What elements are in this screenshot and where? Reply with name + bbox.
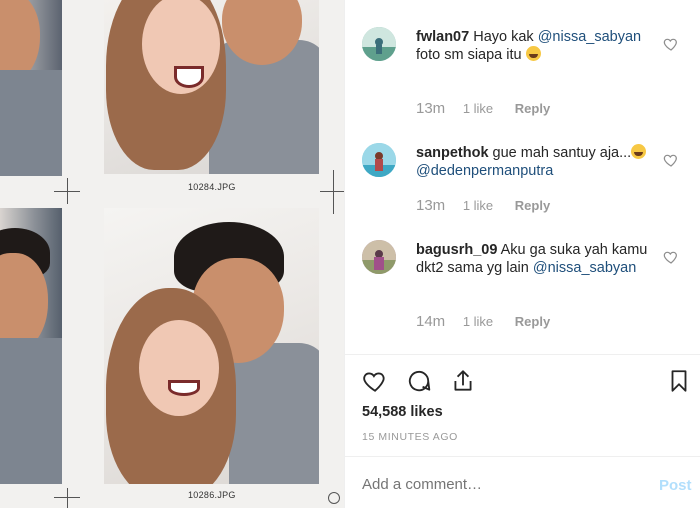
comment-bubble-icon[interactable] [406,368,432,394]
post-comment-button[interactable]: Post [659,477,692,494]
photo-caption: 10286.JPG [188,490,236,500]
crop-mark [67,488,68,508]
comment-time[interactable]: 13m [416,100,445,117]
photo-thumbnail-partial [0,208,62,484]
post-actions [362,368,692,396]
heart-outline-icon[interactable] [663,249,679,265]
comment-username[interactable]: fwlan07 [416,29,469,45]
reply-button[interactable]: Reply [515,314,550,329]
avatar[interactable] [362,27,396,61]
comment-body: Hayo kak [473,29,534,45]
heart-outline-icon[interactable] [663,152,679,168]
comment-time[interactable]: 13m [416,197,445,214]
comment-username[interactable]: bagusrh_09 [416,242,497,258]
photo-caption: 10284.JPG [188,182,236,192]
comment-likes[interactable]: 1 like [463,198,493,213]
reply-button[interactable]: Reply [515,101,550,116]
registration-mark [328,492,340,504]
comment-likes[interactable]: 1 like [463,314,493,329]
photo-contact-sheet: 10284.JPG 10286.JPG [0,0,344,508]
comment-text: fwlan07 Hayo kak @nissa_sabyan foto sm s… [416,28,656,64]
smiling-mouth [168,380,200,396]
comment-body: foto sm siapa itu [416,47,522,63]
comment-body: gue mah santuy aja... [492,145,632,161]
comment-meta: 13m 1 like Reply [416,197,550,214]
crop-mark [67,178,68,204]
avatar[interactable] [362,143,396,177]
person-shirt [0,338,62,484]
comment-mention[interactable]: @dedenpermanputra [416,163,553,179]
photo-thumbnail [104,208,319,484]
post-likes-count[interactable]: 54,588 likes [362,404,443,420]
laughing-emoji-icon [525,46,541,61]
add-comment-input[interactable] [362,476,672,493]
section-divider [345,456,700,457]
comment-mention[interactable]: @nissa_sabyan [538,29,641,45]
laughing-emoji-icon [631,144,647,159]
person-shirt [0,70,62,176]
comment-likes[interactable]: 1 like [463,101,493,116]
photo-thumbnail [104,0,319,174]
bookmark-icon[interactable] [666,368,692,394]
avatar[interactable] [362,240,396,274]
post-timestamp[interactable]: 15 MINUTES AGO [362,431,458,443]
comment-meta: 13m 1 like Reply [416,100,550,117]
crop-mark [333,170,334,214]
section-divider [345,354,700,355]
laughing-mouth [174,66,204,88]
heart-icon[interactable] [362,368,388,394]
comment-text: sanpethok gue mah santuy aja... @dedenpe… [416,144,656,180]
comment-username[interactable]: sanpethok [416,145,489,161]
crop-mark [320,191,344,192]
comment-meta: 14m 1 like Reply [416,313,550,330]
comments-panel: fwlan07 Hayo kak @nissa_sabyan foto sm s… [344,0,700,508]
girl-face [139,320,219,416]
person-shirt [229,343,319,484]
share-icon[interactable] [450,368,476,394]
reply-button[interactable]: Reply [515,198,550,213]
comment-mention[interactable]: @nissa_sabyan [533,260,636,276]
comment-text: bagusrh_09 Aku ga suka yah kamu dkt2 sam… [416,241,656,277]
photo-thumbnail-partial [0,0,62,176]
heart-outline-icon[interactable] [663,36,679,52]
comment-time[interactable]: 14m [416,313,445,330]
